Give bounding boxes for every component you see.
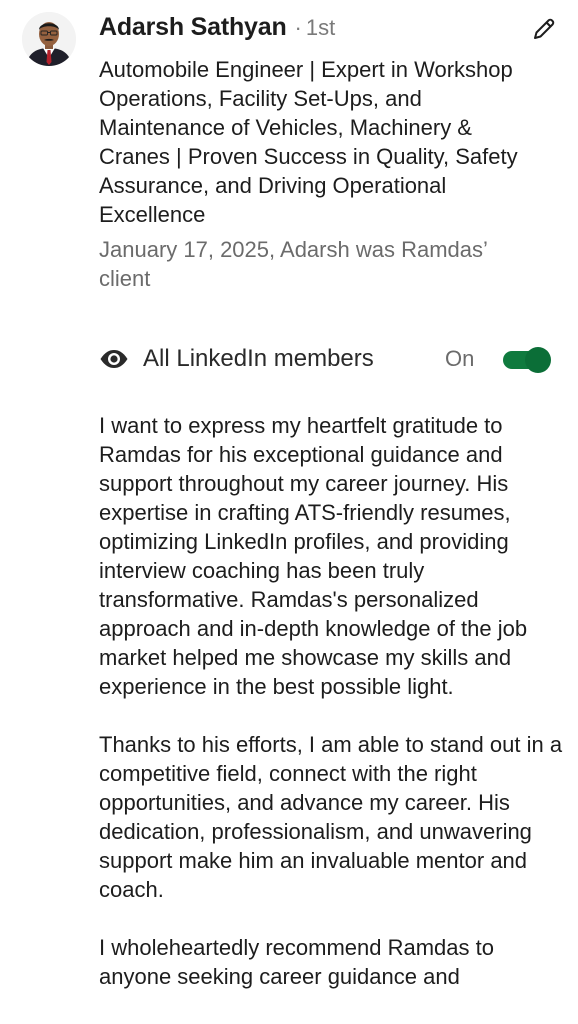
recommendation-paragraph: I wholeheartedly recommend Ramdas to any…: [99, 935, 494, 989]
eye-icon: [99, 347, 131, 371]
visibility-label: All LinkedIn members: [143, 345, 374, 372]
avatar-photo: [22, 12, 76, 66]
recommendation-screen: Adarsh Sathyan · 1st Automobile Engineer…: [0, 0, 578, 1024]
recommender-headline: Automobile Engineer | Expert in Workshop…: [99, 57, 518, 227]
toggle-state-label: On: [445, 346, 475, 371]
recommendation-text: I want to express my heartfelt gratitude…: [99, 411, 569, 1020]
relationship-meta: January 17, 2025, Adarsh was Ramdas’ cli…: [99, 237, 488, 291]
name-row: Adarsh Sathyan · 1st: [99, 13, 539, 51]
avatar[interactable]: [22, 12, 76, 66]
toggle-knob: [525, 347, 551, 373]
recommendation-paragraph: I want to express my heartfelt gratitude…: [99, 413, 528, 699]
visibility-setting: All LinkedIn members On: [99, 339, 559, 379]
recommender-name[interactable]: Adarsh Sathyan: [99, 13, 287, 42]
recommender-info: Adarsh Sathyan · 1st Automobile Engineer…: [99, 13, 539, 293]
separator-dot: ·: [294, 15, 302, 40]
recommendation-paragraph: Thanks to his efforts, I am able to stan…: [99, 732, 563, 902]
connection-degree: 1st: [305, 15, 336, 40]
visibility-toggle[interactable]: [503, 347, 551, 373]
